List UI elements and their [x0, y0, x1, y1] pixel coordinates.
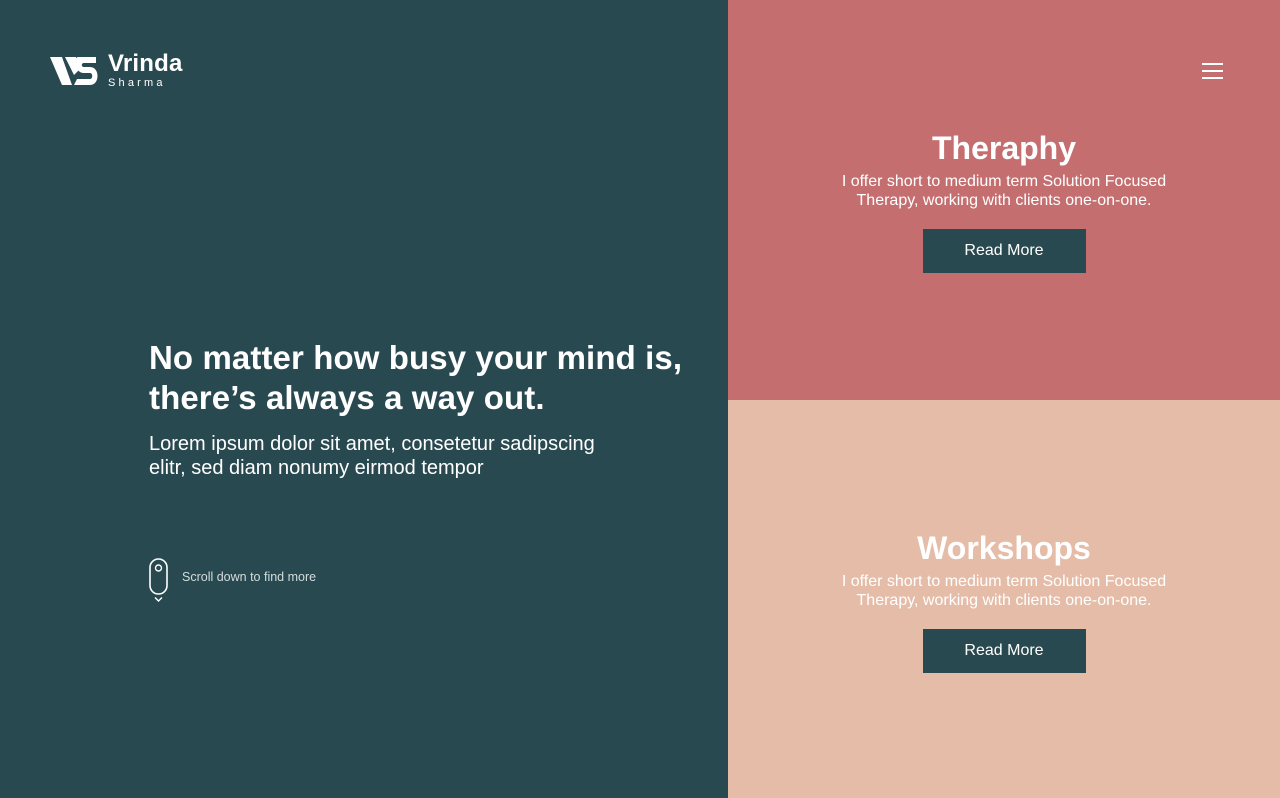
hero-content: No matter how busy your mind is, there’s… — [149, 338, 709, 480]
workshops-card-content: Workshops I offer short to medium term S… — [728, 528, 1280, 673]
hero-panel: Vrinda Sharma No matter how busy your mi… — [0, 0, 728, 798]
hamburger-menu-icon — [1202, 63, 1223, 79]
vs-monogram-icon — [50, 56, 98, 85]
therapy-title: Theraphy — [931, 130, 1077, 166]
page: Vrinda Sharma No matter how busy your mi… — [0, 0, 1280, 798]
therapy-card: Theraphy I offer short to medium term So… — [728, 0, 1280, 400]
therapy-read-more-button[interactable]: Read More — [922, 229, 1086, 273]
workshops-card: Workshops I offer short to medium term S… — [728, 400, 1280, 798]
brand-wordmark: Vrinda Sharma — [108, 52, 183, 89]
hero-body: Lorem ipsum dolor sit amet, consetetur s… — [149, 433, 595, 479]
workshops-read-more-button[interactable]: Read More — [922, 629, 1086, 673]
workshops-title: Workshops — [917, 530, 1091, 566]
mouse-scroll-icon — [149, 558, 168, 602]
scroll-hint[interactable]: Scroll down to find more — [149, 558, 316, 604]
workshops-description: I offer short to medium term Solution Fo… — [841, 573, 1167, 609]
menu-button[interactable] — [1200, 60, 1226, 82]
therapy-card-content: Theraphy I offer short to medium term So… — [728, 128, 1280, 273]
brand-subname: Sharma — [108, 77, 166, 89]
brand-logo[interactable]: Vrinda Sharma — [50, 52, 183, 89]
scroll-label: Scroll down to find more — [182, 570, 317, 584]
hero-headline: No matter how busy your mind is, there’s… — [149, 339, 683, 416]
therapy-description: I offer short to medium term Solution Fo… — [841, 173, 1167, 209]
brand-name: Vrinda — [108, 50, 183, 77]
